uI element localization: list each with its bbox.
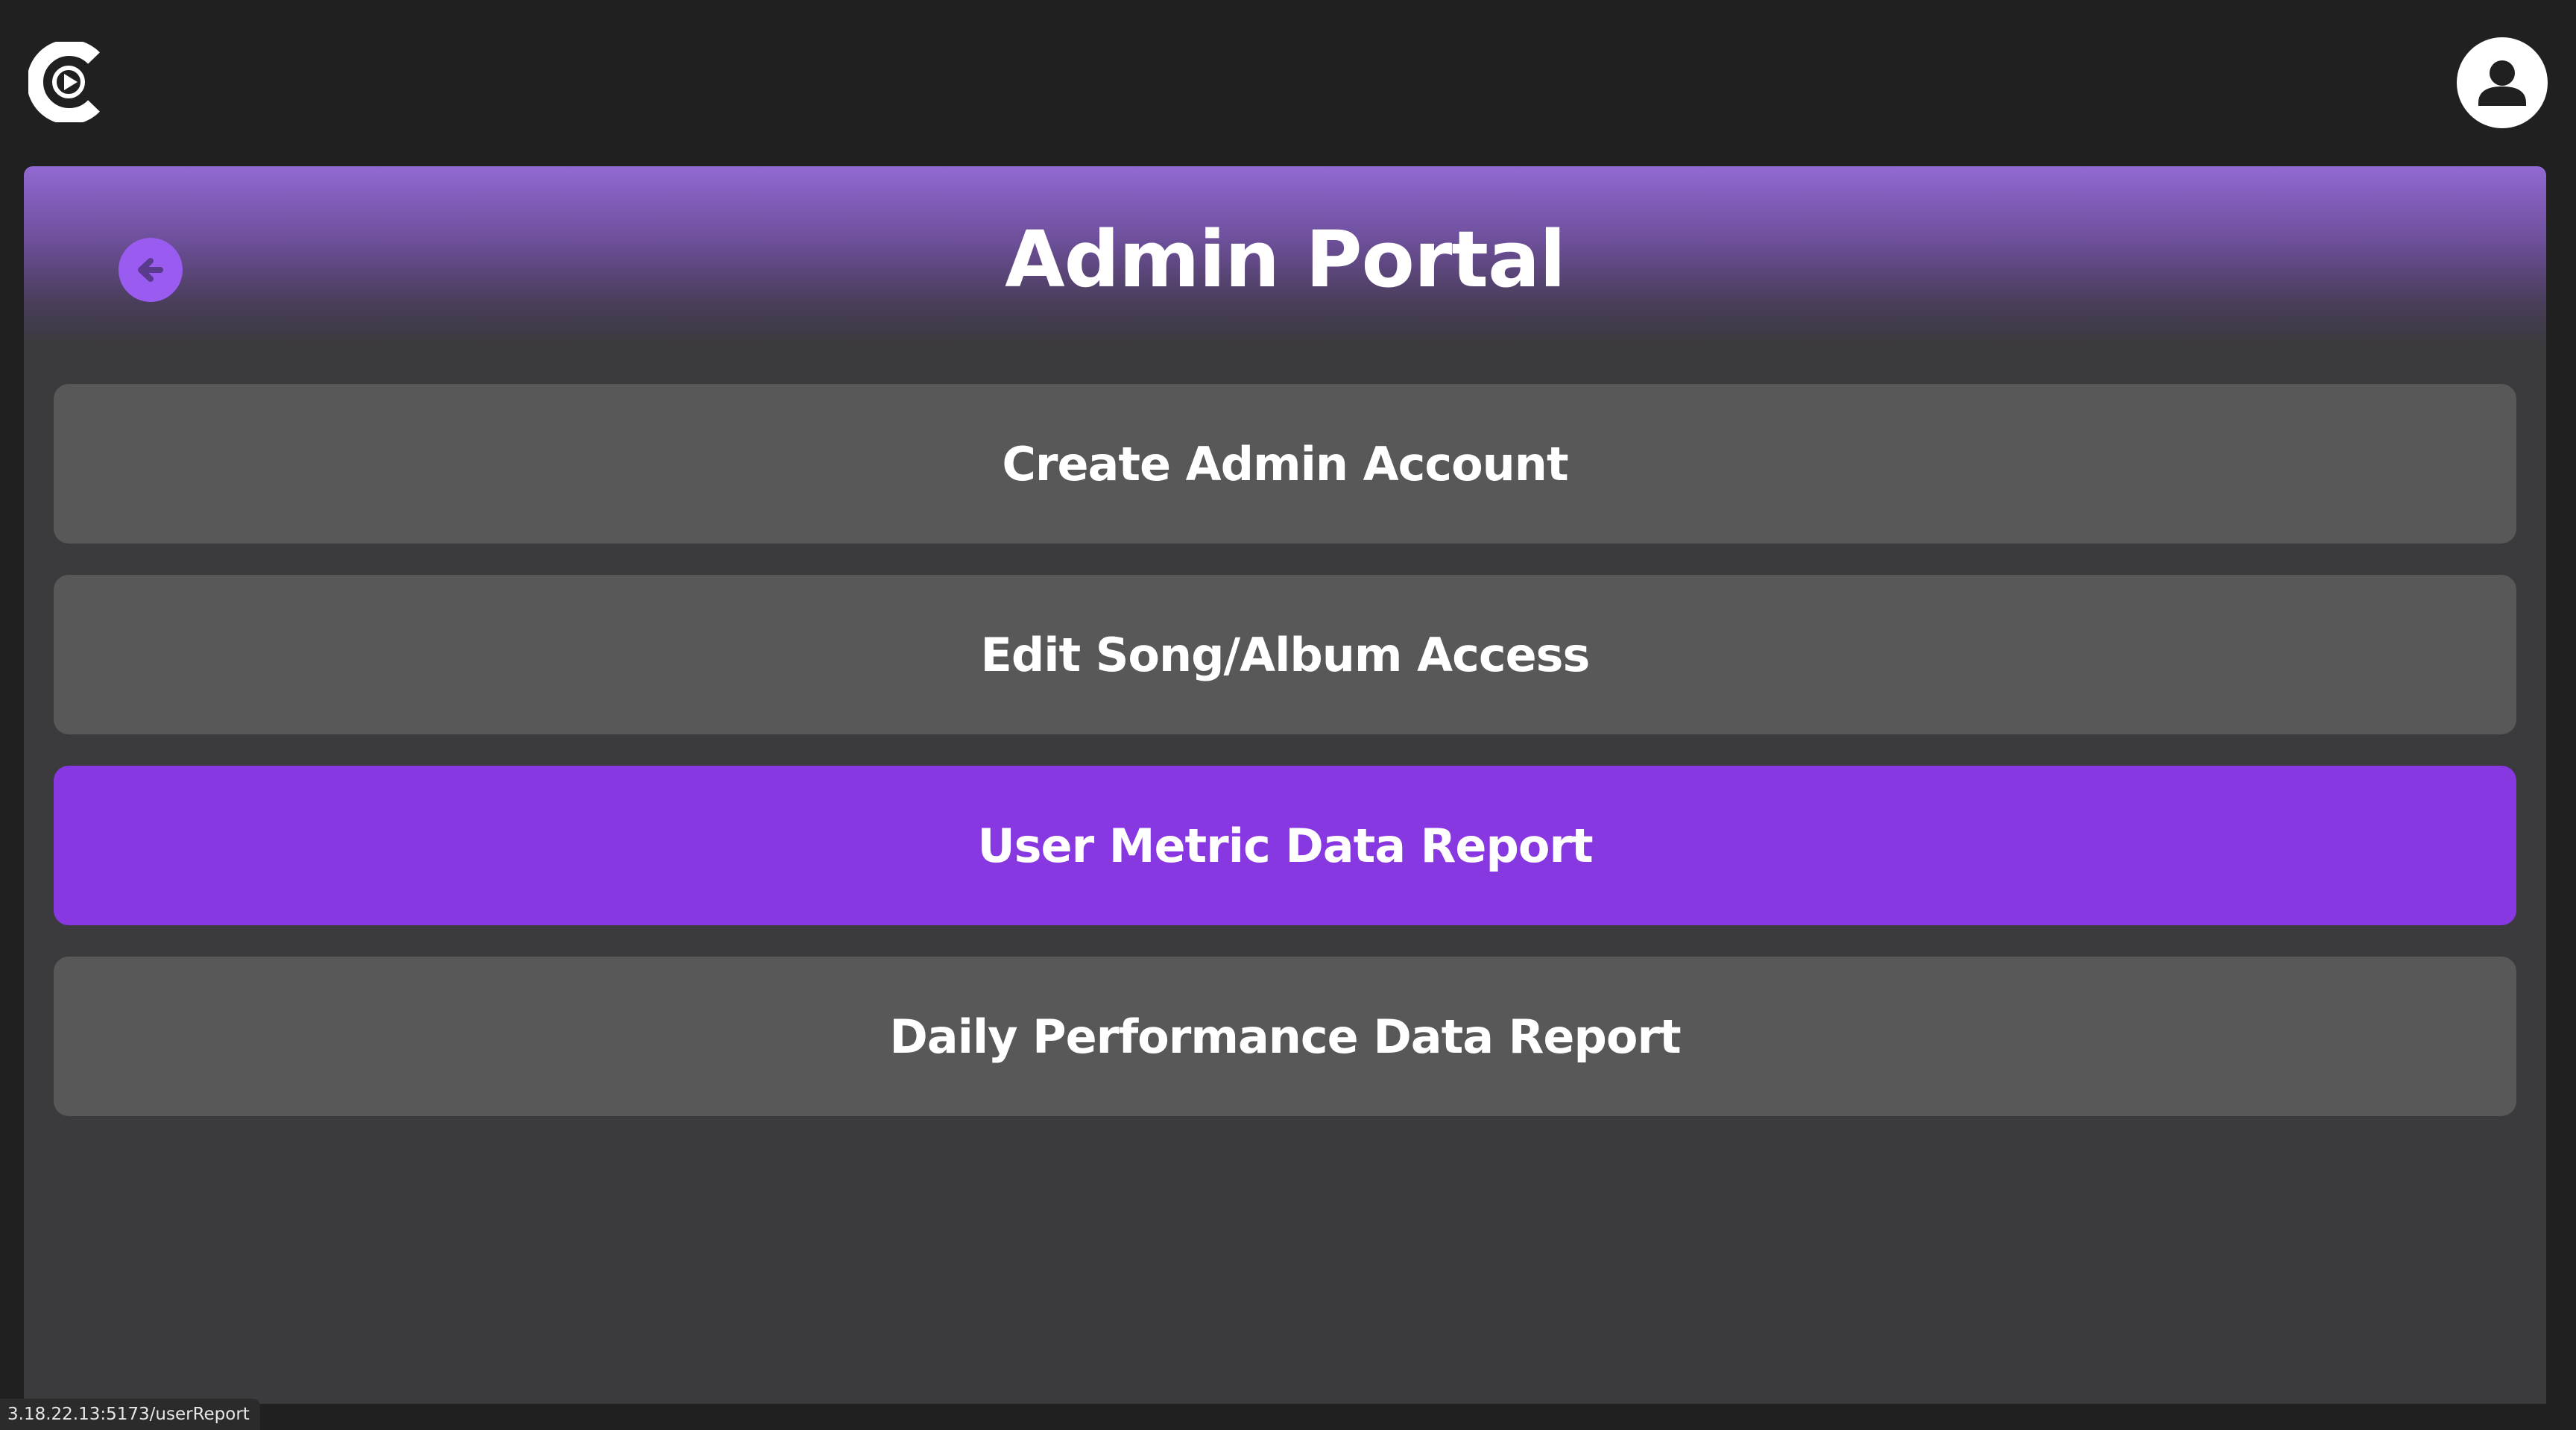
edit-song-album-access-button[interactable]: Edit Song/Album Access [54, 575, 2516, 734]
page-title: Admin Portal [1005, 214, 1566, 305]
status-bar-url: 3.18.22.13:5173/userReport [0, 1399, 260, 1430]
menu-button-label: Daily Performance Data Report [889, 1009, 1681, 1064]
user-metric-data-report-button[interactable]: User Metric Data Report [54, 766, 2516, 925]
menu-button-label: User Metric Data Report [977, 818, 1593, 873]
profile-button[interactable] [2457, 37, 2548, 128]
menu-button-label: Create Admin Account [1002, 436, 1568, 491]
top-bar [0, 0, 2576, 166]
app-logo-icon[interactable] [27, 40, 109, 125]
user-avatar-icon [2478, 60, 2526, 106]
admin-portal-panel: Admin Portal Create Admin Account Edit S… [24, 166, 2546, 1404]
daily-performance-data-report-button[interactable]: Daily Performance Data Report [54, 957, 2516, 1116]
create-admin-account-button[interactable]: Create Admin Account [54, 384, 2516, 544]
menu-button-label: Edit Song/Album Access [980, 627, 1591, 682]
